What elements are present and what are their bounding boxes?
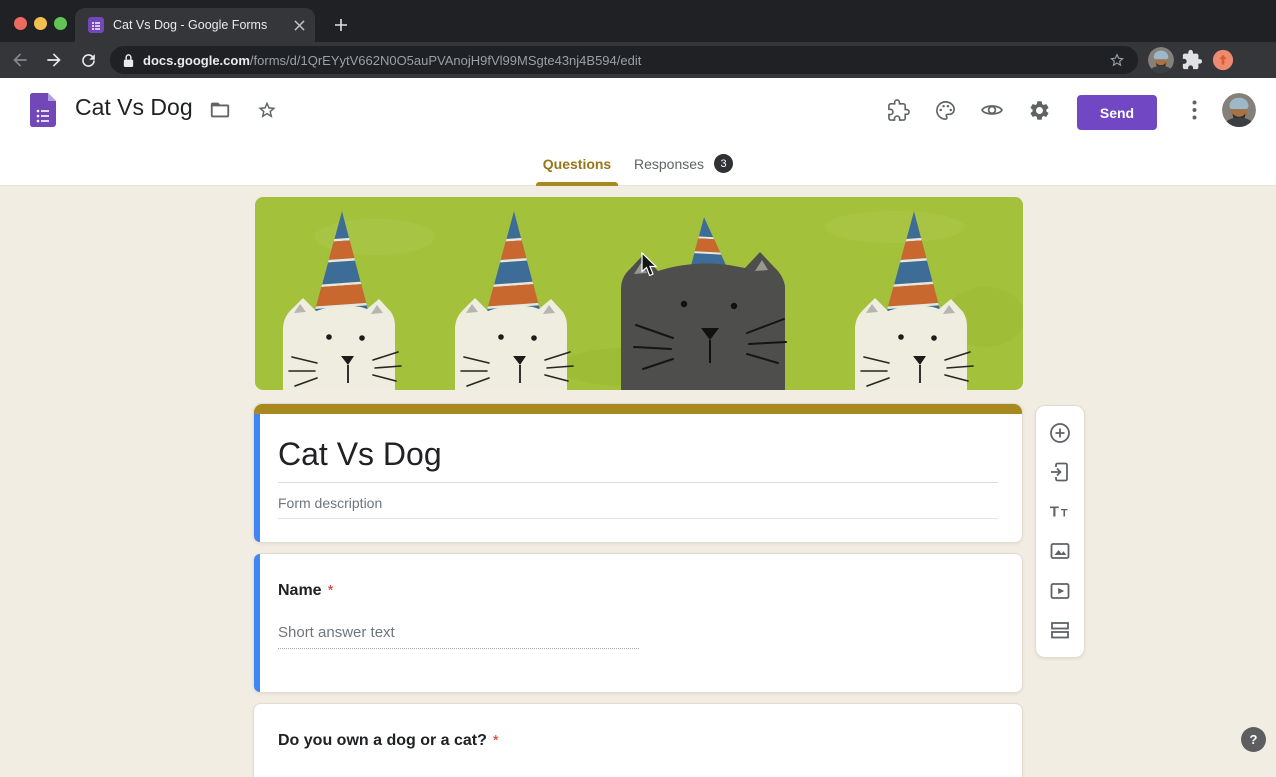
- svg-text:T: T: [1061, 507, 1068, 519]
- question-card-dog-or-cat[interactable]: Do you own a dog or a cat? *: [253, 703, 1023, 777]
- reload-icon: [79, 51, 98, 70]
- question-card-name[interactable]: Name * Short answer text: [253, 553, 1023, 693]
- url-text: docs.google.com/forms/d/1QrEYytV662N0O5a…: [143, 53, 1108, 68]
- title-divider: [278, 482, 998, 483]
- bookmark-star-icon[interactable]: [1108, 51, 1126, 69]
- import-questions-button[interactable]: [1048, 460, 1072, 484]
- kebab-menu-icon: [1192, 100, 1197, 120]
- close-tab-icon[interactable]: [294, 20, 305, 31]
- browser-profile-avatar[interactable]: [1148, 47, 1174, 73]
- more-options-button[interactable]: [1182, 98, 1206, 122]
- settings-button[interactable]: [1027, 98, 1051, 122]
- url-domain: docs.google.com: [143, 53, 250, 68]
- folder-icon: [209, 99, 231, 121]
- selected-indicator-bar: [254, 554, 260, 692]
- star-icon: [256, 99, 278, 121]
- add-title-description-button[interactable]: T T: [1048, 500, 1072, 524]
- plus-icon: [334, 18, 348, 32]
- responses-count-badge: 3: [714, 154, 733, 173]
- star-form-button[interactable]: [255, 98, 279, 122]
- video-icon: [1048, 579, 1072, 603]
- theme-color-bar: [254, 404, 1022, 414]
- close-window-button[interactable]: [14, 17, 27, 30]
- short-answer-placeholder: Short answer text: [278, 624, 395, 641]
- tab-responses-label: Responses: [634, 156, 704, 172]
- move-to-folder-button[interactable]: [208, 98, 232, 122]
- palette-icon: [934, 99, 957, 122]
- address-bar[interactable]: docs.google.com/forms/d/1QrEYytV662N0O5a…: [110, 46, 1138, 74]
- add-question-button[interactable]: [1048, 421, 1072, 445]
- forward-arrow-icon: [44, 50, 64, 70]
- minimize-window-button[interactable]: [34, 17, 47, 30]
- form-title-input[interactable]: Cat Vs Dog: [278, 436, 442, 473]
- add-ons-button[interactable]: [886, 98, 910, 122]
- preview-button[interactable]: [980, 98, 1004, 122]
- question-toolbar: T T: [1035, 405, 1085, 658]
- form-description-input[interactable]: Form description: [278, 495, 382, 511]
- document-title[interactable]: Cat Vs Dog: [75, 94, 193, 121]
- import-icon: [1048, 460, 1072, 484]
- browser-window: Cat Vs Dog - Google Forms: [0, 0, 1276, 777]
- add-section-button[interactable]: [1048, 618, 1072, 642]
- svg-text:T: T: [1050, 504, 1059, 520]
- browser-tab[interactable]: Cat Vs Dog - Google Forms: [75, 8, 315, 42]
- form-title-card[interactable]: Cat Vs Dog Form description: [253, 403, 1023, 543]
- forms-header: Cat Vs Dog: [0, 78, 1276, 142]
- question-title[interactable]: Do you own a dog or a cat?: [278, 732, 487, 749]
- url-path: /forms/d/1QrEYytV662N0O5auPVAnojH9fVl99M…: [250, 53, 641, 68]
- profile-photo: [1148, 47, 1174, 73]
- add-circle-icon: [1048, 421, 1072, 445]
- question-title[interactable]: Name: [278, 582, 322, 599]
- forward-button[interactable]: [40, 46, 68, 74]
- add-image-button[interactable]: [1048, 539, 1072, 563]
- puzzle-extensions-icon[interactable]: [1181, 49, 1203, 71]
- form-editor-area: Cat Vs Dog Form description Name * Short …: [0, 186, 1276, 777]
- section-icon: [1048, 618, 1072, 642]
- account-photo: [1222, 93, 1256, 127]
- zoom-window-button[interactable]: [54, 17, 67, 30]
- account-avatar[interactable]: [1222, 93, 1256, 127]
- tab-title: Cat Vs Dog - Google Forms: [113, 18, 294, 32]
- text-title-icon: T T: [1048, 500, 1072, 524]
- browser-titlebar: Cat Vs Dog - Google Forms: [0, 0, 1276, 42]
- update-profile-badge-icon[interactable]: [1212, 49, 1234, 71]
- back-button[interactable]: [6, 46, 34, 74]
- customize-theme-button[interactable]: [933, 98, 957, 122]
- reload-button[interactable]: [74, 46, 102, 74]
- help-button[interactable]: ?: [1241, 727, 1266, 752]
- new-tab-button[interactable]: [328, 12, 354, 38]
- gear-icon: [1028, 99, 1051, 122]
- puzzle-addons-icon: [887, 99, 910, 122]
- question-label: Name *: [278, 582, 333, 600]
- image-icon: [1048, 539, 1072, 563]
- answer-field-underline: [278, 648, 639, 649]
- tab-questions[interactable]: Questions: [536, 142, 618, 186]
- tab-questions-label: Questions: [543, 156, 611, 172]
- form-tabs: Questions Responses 3: [0, 142, 1276, 186]
- lock-icon: [122, 53, 135, 68]
- selected-indicator-bar: [254, 414, 260, 542]
- description-divider: [278, 518, 998, 519]
- extensions-area: [1148, 48, 1234, 72]
- form-header-image[interactable]: [255, 197, 1023, 390]
- tab-responses[interactable]: Responses: [634, 142, 704, 186]
- back-arrow-icon: [10, 50, 30, 70]
- required-asterisk: *: [493, 732, 499, 749]
- question-label: Do you own a dog or a cat? *: [278, 732, 499, 750]
- forms-logo-icon[interactable]: [30, 93, 56, 127]
- required-asterisk: *: [328, 582, 334, 599]
- send-button[interactable]: Send: [1077, 95, 1157, 130]
- add-video-button[interactable]: [1048, 579, 1072, 603]
- eye-icon: [980, 98, 1004, 122]
- forms-favicon: [88, 17, 104, 33]
- party-cats-illustration: [255, 197, 1023, 390]
- browser-toolbar: docs.google.com/forms/d/1QrEYytV662N0O5a…: [0, 42, 1276, 78]
